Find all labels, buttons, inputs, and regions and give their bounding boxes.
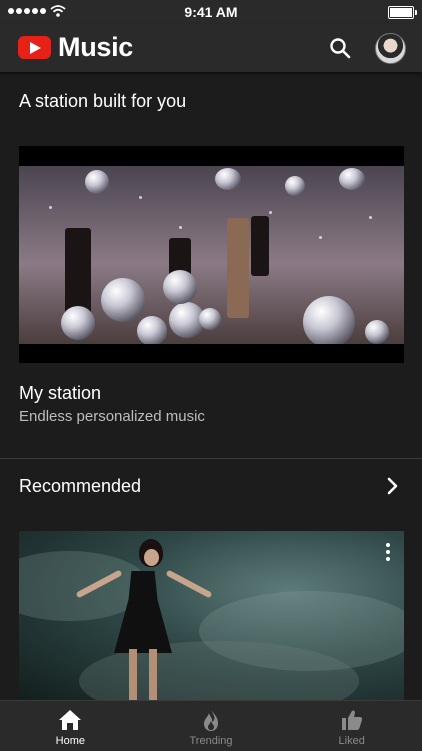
station-video-image — [19, 166, 404, 344]
divider — [0, 458, 422, 459]
avatar[interactable] — [375, 33, 406, 64]
app-title[interactable]: Music — [58, 32, 133, 63]
thumbs-up-icon — [341, 710, 362, 730]
chevron-right-icon[interactable] — [380, 474, 404, 498]
more-vertical-icon[interactable] — [380, 541, 396, 563]
section-heading: A station built for you — [19, 91, 187, 111]
station-thumbnail[interactable] — [19, 146, 404, 363]
youtube-play-icon[interactable] — [18, 36, 51, 59]
status-bar: 9:41 AM — [0, 0, 422, 24]
station-subtitle: Endless personalized music — [19, 408, 205, 425]
bottom-nav: Home Trending Liked — [0, 700, 422, 751]
nav-label: Trending — [189, 735, 233, 747]
flame-icon — [204, 709, 218, 731]
nav-label: Home — [55, 735, 85, 747]
battery-icon — [388, 6, 417, 19]
app-header: Music — [0, 24, 422, 72]
recommended-thumbnail[interactable] — [19, 531, 404, 701]
nav-trending[interactable]: Trending — [141, 701, 282, 751]
home-icon — [59, 710, 82, 730]
nav-label: Liked — [338, 735, 365, 747]
status-time: 9:41 AM — [184, 4, 238, 20]
recommended-title[interactable]: Recommended — [19, 476, 141, 497]
nav-liked[interactable]: Liked — [281, 701, 422, 751]
search-icon[interactable] — [328, 36, 352, 60]
station-title[interactable]: My station — [19, 383, 101, 404]
nav-home[interactable]: Home — [0, 701, 141, 751]
